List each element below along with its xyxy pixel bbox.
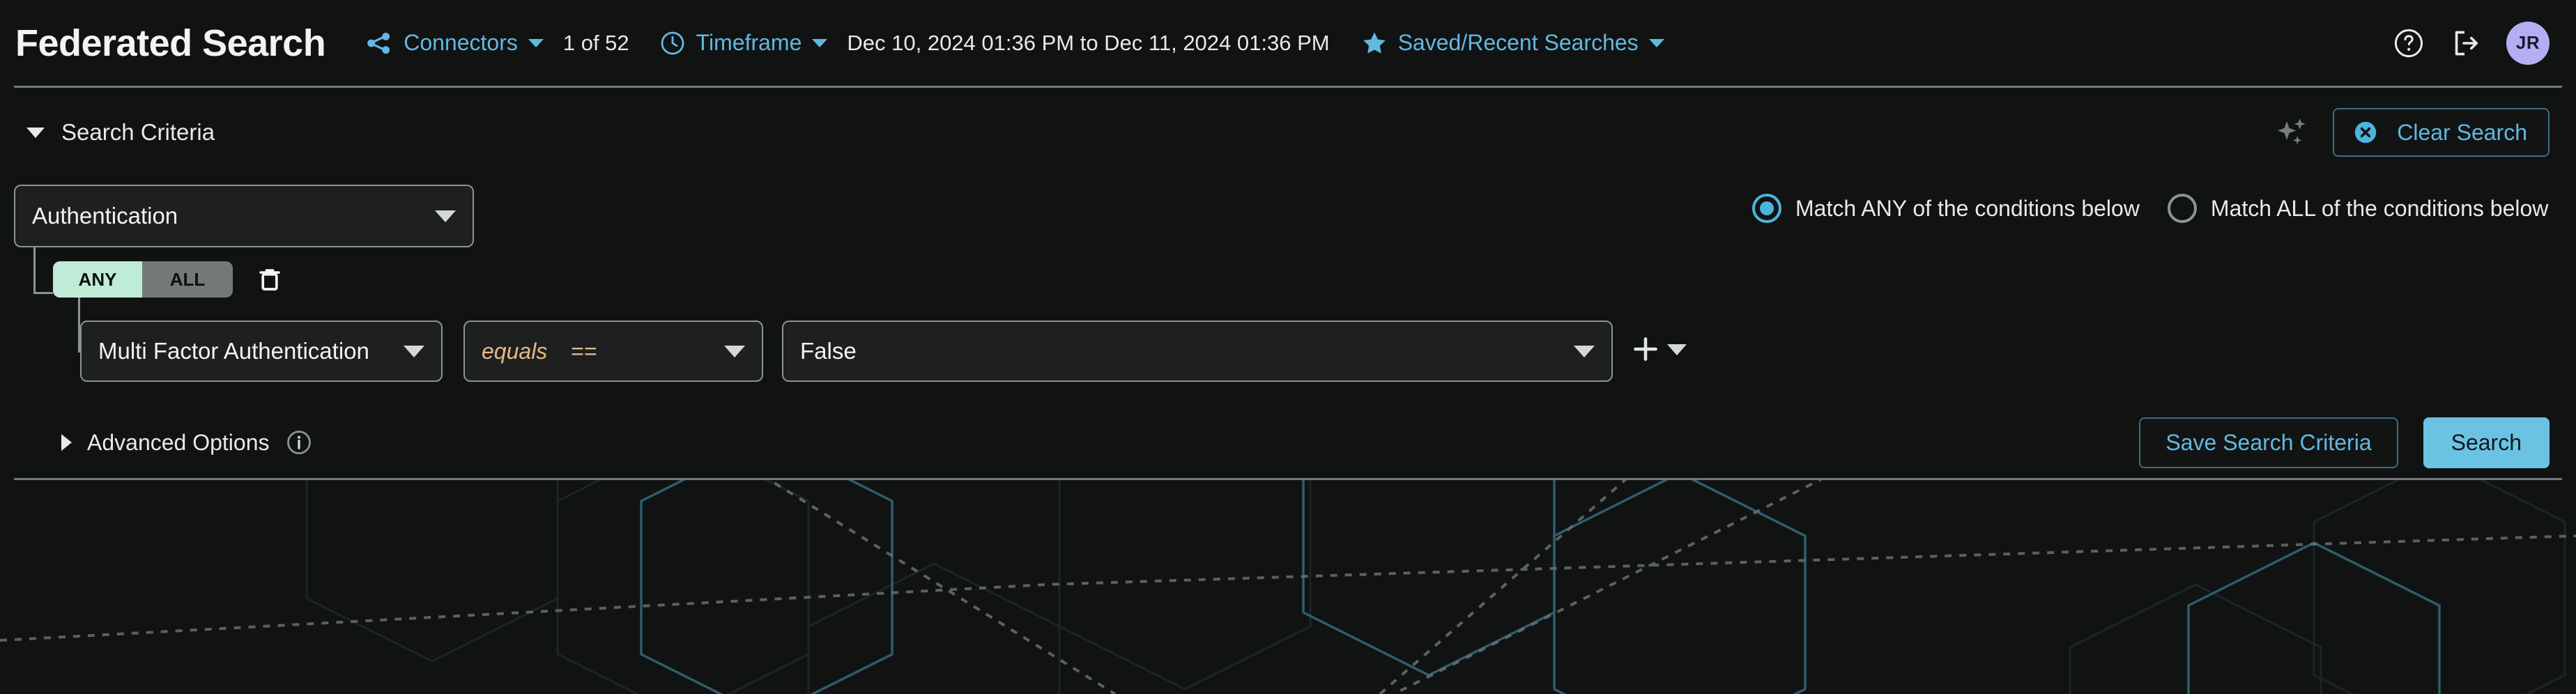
connectors-control[interactable]: Connectors 1 of 52: [365, 29, 629, 58]
chevron-down-icon: [528, 38, 544, 47]
add-condition-button[interactable]: [1630, 333, 1662, 365]
operator-symbol: ==: [571, 338, 597, 364]
radio-indicator: [1752, 194, 1781, 223]
help-circle-icon[interactable]: [2392, 26, 2425, 60]
chevron-down-icon: [1648, 38, 1664, 47]
search-criteria-title: Search Criteria: [61, 119, 215, 145]
category-select[interactable]: Authentication: [14, 185, 474, 247]
logout-icon[interactable]: [2449, 26, 2483, 60]
condition-field-value: Multi Factor Authentication: [98, 338, 369, 364]
category-select-value: Authentication: [32, 203, 178, 229]
toggle-any[interactable]: ANY: [53, 261, 142, 298]
radio-match-all-label: Match ALL of the conditions below: [2210, 195, 2549, 221]
info-icon[interactable]: [285, 429, 313, 456]
search-criteria-actions: Clear Search: [2273, 108, 2550, 157]
timeframe-label: Timeframe: [696, 30, 802, 55]
connectors-count: 1 of 52: [562, 30, 629, 55]
hexagon-pattern-icon: [0, 480, 2576, 694]
chevron-down-icon: [724, 345, 745, 357]
operator-name: equals: [482, 338, 548, 364]
any-all-toggle: ANY ALL: [53, 261, 233, 298]
criteria-action-buttons: Save Search Criteria Search: [2139, 417, 2550, 468]
add-condition-menu-icon[interactable]: [1667, 344, 1687, 355]
advanced-options-row: Advanced Options Save Search Criteria Se…: [0, 417, 2576, 468]
share-nodes-icon: [365, 29, 394, 58]
match-mode-radio-group: Match ANY of the conditions below Match …: [1752, 194, 2548, 223]
federated-search-page: Federated Search Connectors 1 of 52 Time…: [0, 0, 2576, 694]
condition-value: False: [800, 338, 857, 364]
saved-searches-label: Saved/Recent Searches: [1397, 30, 1639, 55]
chevron-down-icon: [26, 127, 45, 138]
save-search-criteria-button[interactable]: Save Search Criteria: [2139, 417, 2398, 468]
clear-search-button[interactable]: Clear Search: [2333, 108, 2550, 157]
chevron-down-icon: [404, 345, 424, 357]
chevron-down-icon: [812, 38, 828, 47]
radio-match-any-label: Match ANY of the conditions below: [1795, 195, 2140, 221]
radio-match-any[interactable]: Match ANY of the conditions below: [1752, 194, 2140, 223]
saved-searches-control[interactable]: Saved/Recent Searches: [1360, 29, 1664, 57]
clock-icon: [659, 29, 687, 57]
advanced-options-label: Advanced Options: [87, 429, 270, 455]
header-actions: JR: [2392, 21, 2550, 65]
search-criteria-toggle[interactable]: Search Criteria: [26, 119, 215, 146]
header-divider: [14, 86, 2562, 88]
clear-search-label: Clear Search: [2397, 119, 2527, 145]
tree-connector: [33, 247, 36, 293]
timeframe-range: Dec 10, 2024 01:36 PM to Dec 11, 2024 01…: [847, 30, 1330, 55]
toggle-all[interactable]: ALL: [142, 261, 233, 298]
condition-operator-select[interactable]: equals ==: [463, 321, 763, 382]
condition-value-select[interactable]: False: [782, 321, 1613, 382]
close-circle-icon: [2352, 119, 2379, 146]
triangle-right-icon: [61, 434, 72, 451]
group-operator-row: ANY ALL: [53, 261, 284, 298]
radio-match-all[interactable]: Match ALL of the conditions below: [2167, 194, 2549, 223]
chevron-down-icon: [435, 210, 456, 222]
search-button[interactable]: Search: [2423, 417, 2550, 468]
decorative-background: [0, 480, 2576, 694]
radio-indicator: [2167, 194, 2197, 223]
advanced-options-toggle[interactable]: Advanced Options: [61, 429, 313, 456]
chevron-down-icon: [1574, 345, 1595, 357]
tree-connector: [33, 292, 53, 294]
star-icon: [1360, 29, 1388, 57]
search-criteria-header: Search Criteria Clear Search: [0, 105, 2576, 160]
app-header: Federated Search Connectors 1 of 52 Time…: [0, 0, 2576, 86]
avatar[interactable]: JR: [2506, 21, 2550, 65]
page-title: Federated Search: [15, 22, 326, 64]
trash-icon[interactable]: [255, 265, 284, 294]
condition-field-select[interactable]: Multi Factor Authentication: [80, 321, 443, 382]
timeframe-control[interactable]: Timeframe Dec 10, 2024 01:36 PM to Dec 1…: [659, 29, 1330, 57]
sparkle-icon[interactable]: [2273, 113, 2312, 152]
connectors-label: Connectors: [404, 30, 518, 55]
